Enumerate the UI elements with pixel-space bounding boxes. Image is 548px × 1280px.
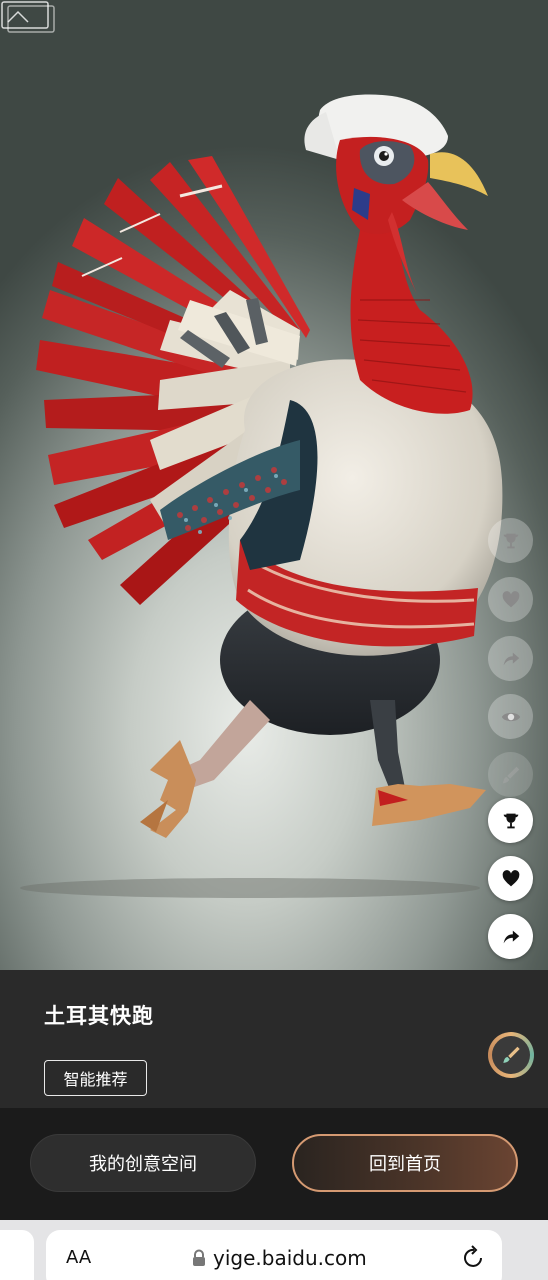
share-icon <box>503 930 519 943</box>
brush-button[interactable] <box>488 1032 534 1078</box>
url-display[interactable]: yige.baidu.com <box>192 1246 367 1270</box>
brush-button-inner <box>492 1036 530 1074</box>
like-button-faded[interactable] <box>488 577 533 622</box>
share-icon <box>503 652 519 665</box>
my-creative-space-button[interactable]: 我的创意空间 <box>30 1134 256 1192</box>
image-stack-watermark-icon <box>1 1 55 33</box>
back-to-home-button[interactable]: 回到首页 <box>292 1134 518 1192</box>
brush-icon <box>503 1046 520 1063</box>
trophy-button-faded[interactable] <box>488 518 533 563</box>
browser-toolbar: AA yige.baidu.com <box>0 1220 548 1280</box>
brush-button-faded[interactable] <box>488 752 533 797</box>
previous-tab-edge[interactable] <box>0 1230 34 1280</box>
like-button[interactable] <box>488 856 533 901</box>
turkey-illustration <box>20 94 503 898</box>
artwork-title: 土耳其快跑 <box>44 1004 154 1028</box>
smart-recommend-tag[interactable]: 智能推荐 <box>44 1060 147 1096</box>
turkey-back-leg <box>140 700 270 838</box>
share-button[interactable] <box>488 914 533 959</box>
brush-icon <box>502 766 519 783</box>
trophy-icon <box>503 533 518 548</box>
trophy-icon <box>503 813 518 828</box>
trophy-button[interactable] <box>488 798 533 843</box>
action-bar: 我的创意空间 回到首页 <box>0 1108 548 1220</box>
address-bar[interactable]: AA yige.baidu.com <box>46 1230 502 1280</box>
url-text: yige.baidu.com <box>213 1246 367 1270</box>
eye-icon <box>501 712 520 721</box>
heart-icon <box>502 590 519 607</box>
text-size-label: AA <box>66 1247 92 1268</box>
view-button-faded[interactable] <box>488 694 533 739</box>
turkey-front-leg <box>370 700 486 826</box>
text-size-button[interactable]: AA <box>66 1247 91 1268</box>
info-panel: 土耳其快跑 智能推荐 <box>0 970 548 1108</box>
heart-icon <box>502 869 519 886</box>
lock-icon <box>193 1249 205 1266</box>
share-button-faded[interactable] <box>488 636 533 681</box>
reload-icon[interactable] <box>462 1244 486 1270</box>
artwork-image <box>0 0 548 970</box>
